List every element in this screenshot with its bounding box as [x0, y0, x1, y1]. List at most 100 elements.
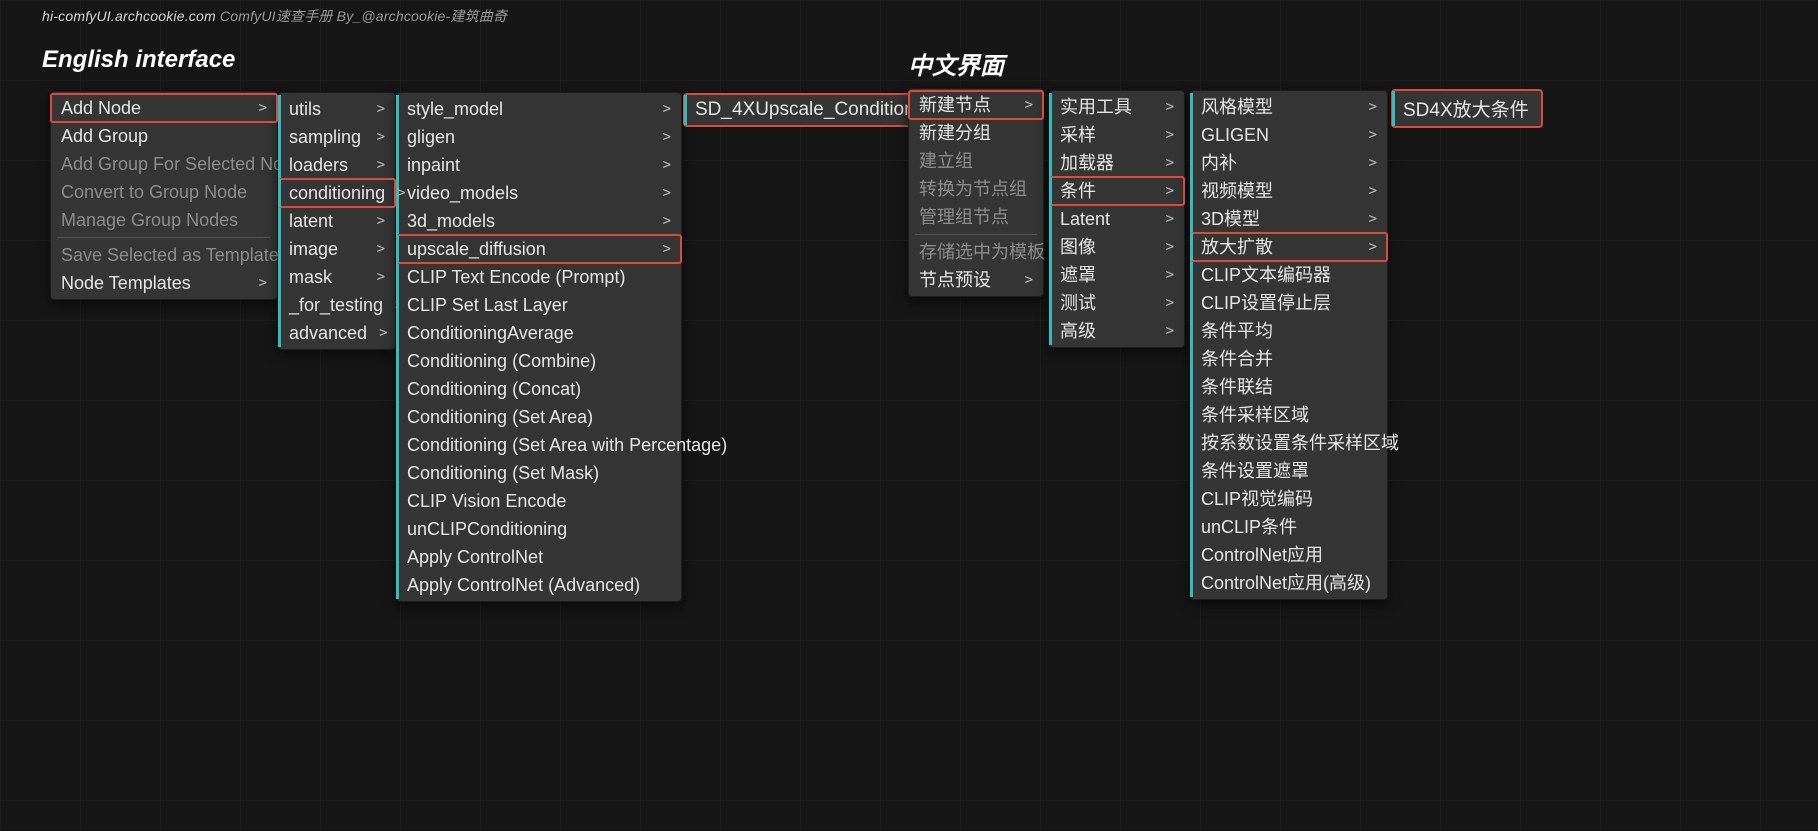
menu-item[interactable]: 实用工具 >: [1050, 93, 1184, 121]
menu-item[interactable]: utils>: [279, 95, 395, 123]
menu-item[interactable]: 测试>: [1050, 289, 1184, 317]
menu-item[interactable]: Conditioning (Combine): [397, 347, 681, 375]
menu-item[interactable]: 条件合并: [1191, 345, 1387, 373]
menu-item[interactable]: CLIP设置停止层: [1191, 289, 1387, 317]
menu-item[interactable]: 管理组节点: [909, 203, 1043, 231]
menu-item[interactable]: 存储选中为模板: [909, 238, 1043, 266]
leaf-node-cn[interactable]: SD4X放大条件: [1392, 90, 1542, 127]
menu-item-label: 实用工具: [1060, 95, 1132, 119]
menu-item[interactable]: conditioning>: [279, 179, 395, 207]
menu-item[interactable]: 采样>: [1050, 121, 1184, 149]
menu-item[interactable]: video_models>: [397, 179, 681, 207]
menu-item[interactable]: ControlNet应用: [1191, 541, 1387, 569]
menu-item[interactable]: CLIP视觉编码: [1191, 485, 1387, 513]
menu-item[interactable]: CLIP文本编码器: [1191, 261, 1387, 289]
menu-item[interactable]: loaders>: [279, 151, 395, 179]
menu-item[interactable]: 视频模型>: [1191, 177, 1387, 205]
menu-item-label: 3d_models: [407, 209, 495, 233]
menu-item-label: Add Group For Selected Nodes: [61, 152, 312, 176]
menu-item[interactable]: sampling >: [279, 123, 395, 151]
menu-item[interactable]: Add Group: [51, 122, 277, 150]
menu-item[interactable]: _for_testing>: [279, 291, 395, 319]
menu-item[interactable]: gligen >: [397, 123, 681, 151]
menu-item[interactable]: CLIP Text Encode (Prompt): [397, 263, 681, 291]
submenu-conditioning-cn[interactable]: 风格模型>GLIGEN>内补>视频模型>3D模型>放大扩散>CLIP文本编码器C…: [1190, 90, 1388, 600]
menu-item[interactable]: latent>: [279, 207, 395, 235]
menu-item-label: Latent: [1060, 207, 1110, 231]
menu-item-label: latent: [289, 209, 333, 233]
menu-item-label: unCLIP条件: [1201, 515, 1297, 539]
menu-item[interactable]: mask>: [279, 263, 395, 291]
menu-item-label: CLIP Vision Encode: [407, 489, 566, 513]
menu-item[interactable]: 3d_models>: [397, 207, 681, 235]
menu-item[interactable]: 转换为节点组: [909, 175, 1043, 203]
menu-item-label: Conditioning (Set Area): [407, 405, 593, 429]
menu-item-label: Conditioning (Combine): [407, 349, 596, 373]
chevron-right-icon: >: [377, 125, 385, 149]
menu-item[interactable]: 新建分组: [909, 119, 1043, 147]
menu-item[interactable]: ConditioningAverage: [397, 319, 681, 347]
menu-item[interactable]: GLIGEN>: [1191, 121, 1387, 149]
menu-item[interactable]: 图像>: [1050, 233, 1184, 261]
context-menu-root-cn[interactable]: 新建节点>新建分组建立组转换为节点组管理组节点 存储选中为模板节点预设>: [908, 88, 1044, 297]
menu-item[interactable]: ControlNet应用(高级): [1191, 569, 1387, 597]
menu-item[interactable]: Conditioning (Set Area): [397, 403, 681, 431]
menu-item-label: gligen: [407, 125, 455, 149]
menu-item[interactable]: Manage Group Nodes: [51, 206, 277, 234]
menu-item[interactable]: 3D模型>: [1191, 205, 1387, 233]
menu-item[interactable]: 条件设置遮罩: [1191, 457, 1387, 485]
menu-item-label: Save Selected as Template: [61, 243, 279, 267]
menu-item[interactable]: style_model>: [397, 95, 681, 123]
menu-item[interactable]: advanced>: [279, 319, 395, 347]
menu-item[interactable]: Add Group For Selected Nodes: [51, 150, 277, 178]
submenu-categories-en[interactable]: utils>sampling >loaders>conditioning>late…: [278, 92, 396, 350]
menu-item[interactable]: 条件采样区域: [1191, 401, 1387, 429]
menu-item[interactable]: CLIP Vision Encode: [397, 487, 681, 515]
menu-item[interactable]: 遮罩>: [1050, 261, 1184, 289]
menu-item-label: sampling: [289, 125, 361, 149]
menu-item[interactable]: 条件>: [1050, 177, 1184, 205]
menu-item[interactable]: 内补>: [1191, 149, 1387, 177]
chevron-right-icon: >: [663, 125, 671, 149]
menu-item[interactable]: Conditioning (Concat): [397, 375, 681, 403]
menu-item-label: 存储选中为模板: [919, 240, 1045, 264]
chevron-right-icon: >: [1369, 207, 1377, 231]
menu-item[interactable]: 高级>: [1050, 317, 1184, 345]
menu-item-label: conditioning: [289, 181, 385, 205]
submenu-categories-cn[interactable]: 实用工具 >采样>加载器>条件>Latent>图像>遮罩>测试>高级>: [1049, 90, 1185, 348]
menu-item[interactable]: upscale_diffusion>: [397, 235, 681, 263]
menu-item[interactable]: Add Node>: [51, 94, 277, 122]
menu-item[interactable]: Convert to Group Node: [51, 178, 277, 206]
menu-item[interactable]: 放大扩散>: [1191, 233, 1387, 261]
menu-item[interactable]: 建立组: [909, 147, 1043, 175]
chevron-right-icon: >: [1369, 179, 1377, 203]
menu-item[interactable]: unCLIPConditioning: [397, 515, 681, 543]
menu-item[interactable]: inpaint>: [397, 151, 681, 179]
chevron-right-icon: >: [259, 271, 267, 295]
chevron-right-icon: >: [1166, 95, 1174, 119]
menu-item[interactable]: image>: [279, 235, 395, 263]
menu-item[interactable]: Apply ControlNet: [397, 543, 681, 571]
menu-item-label: 新建分组: [919, 121, 991, 145]
submenu-conditioning-en[interactable]: style_model>gligen >inpaint>video_models>…: [396, 92, 682, 602]
menu-item[interactable]: Conditioning (Set Mask): [397, 459, 681, 487]
menu-item-label: utils: [289, 97, 321, 121]
menu-item[interactable]: CLIP Set Last Layer: [397, 291, 681, 319]
menu-item[interactable]: Conditioning (Set Area with Percentage): [397, 431, 681, 459]
menu-item[interactable]: 节点预设>: [909, 266, 1043, 294]
menu-item[interactable]: Apply ControlNet (Advanced): [397, 571, 681, 599]
site-label: hi-comfyUI.archcookie.com: [42, 8, 216, 24]
menu-item[interactable]: 风格模型>: [1191, 93, 1387, 121]
menu-item[interactable]: 条件联结: [1191, 373, 1387, 401]
menu-item[interactable]: 加载器>: [1050, 149, 1184, 177]
menu-item[interactable]: unCLIP条件: [1191, 513, 1387, 541]
menu-item-label: mask: [289, 265, 332, 289]
menu-item[interactable]: Node Templates>: [51, 269, 277, 297]
menu-item[interactable]: 按系数设置条件采样区域: [1191, 429, 1387, 457]
context-menu-root-en[interactable]: Add Node>Add GroupAdd Group For Selected…: [50, 91, 278, 300]
menu-item-label: 节点预设: [919, 268, 991, 292]
menu-item[interactable]: Save Selected as Template: [51, 241, 277, 269]
menu-item[interactable]: 条件平均: [1191, 317, 1387, 345]
menu-item[interactable]: 新建节点>: [909, 91, 1043, 119]
menu-item[interactable]: Latent>: [1050, 205, 1184, 233]
